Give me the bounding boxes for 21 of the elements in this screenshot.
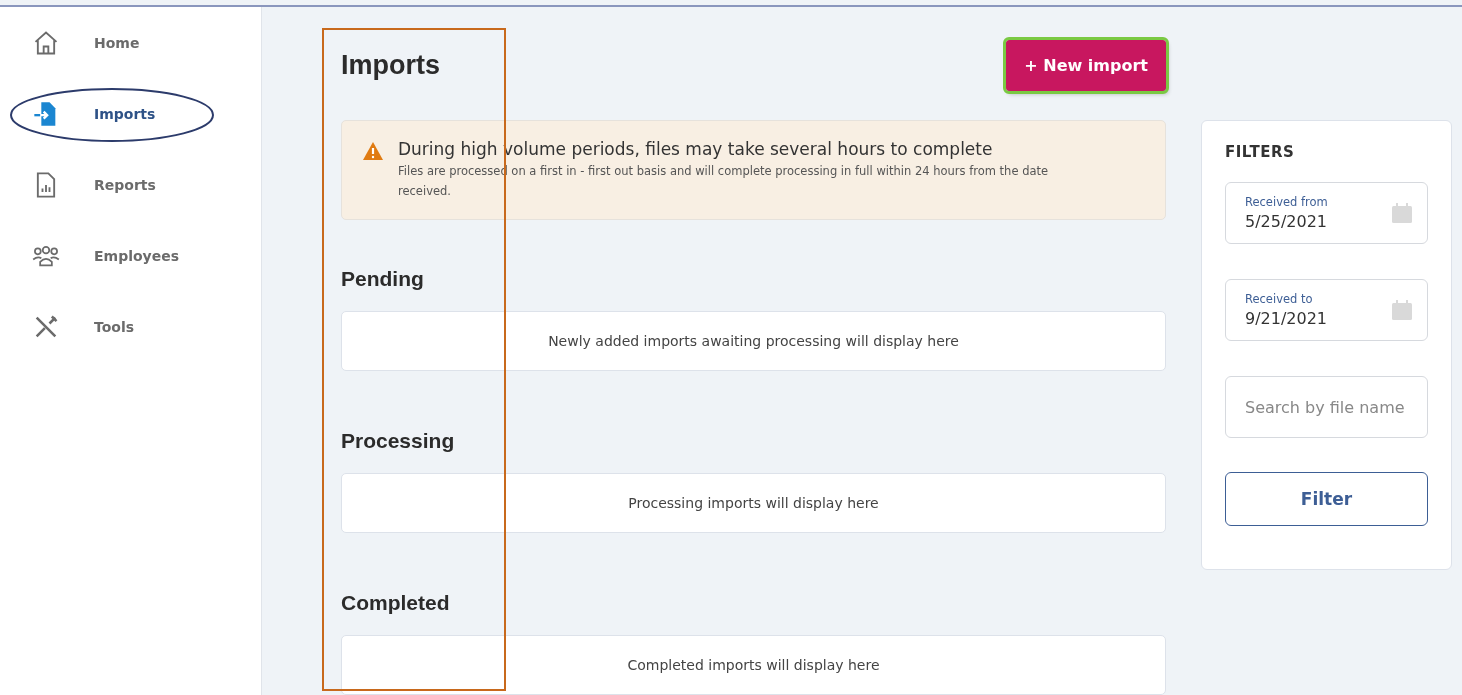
empty-state-panel: Processing imports will display here — [341, 473, 1166, 533]
date-field[interactable]: Received to 9/21/2021 — [1225, 279, 1428, 341]
sidebar-item[interactable]: Home — [0, 7, 261, 78]
calendar-icon[interactable] — [1391, 202, 1413, 224]
section-title: Processing — [341, 429, 456, 454]
sidebar-item[interactable]: Tools — [0, 291, 261, 362]
calendar-icon[interactable] — [1391, 299, 1413, 321]
warning-icon — [362, 141, 384, 162]
filter-button[interactable]: Filter — [1225, 472, 1428, 526]
sidebar-item[interactable]: Reports — [0, 149, 261, 220]
search-field[interactable]: Search by file name — [1225, 376, 1428, 438]
sidebar-item[interactable]: Imports — [0, 78, 261, 149]
section-title: Pending — [341, 267, 425, 292]
filters-title: FILTERS — [1225, 143, 1296, 161]
date-field[interactable]: Received from 5/25/2021 — [1225, 182, 1428, 244]
page-title: Imports — [341, 49, 440, 81]
empty-state-panel: Newly added imports awaiting processing will display here — [341, 311, 1166, 372]
new-import-button[interactable]: + New import — [1006, 39, 1166, 91]
sidebar-item[interactable]: Employees — [0, 220, 261, 291]
empty-state-panel: Completed imports will display here — [341, 635, 1166, 695]
section-title: Completed — [341, 591, 451, 615]
